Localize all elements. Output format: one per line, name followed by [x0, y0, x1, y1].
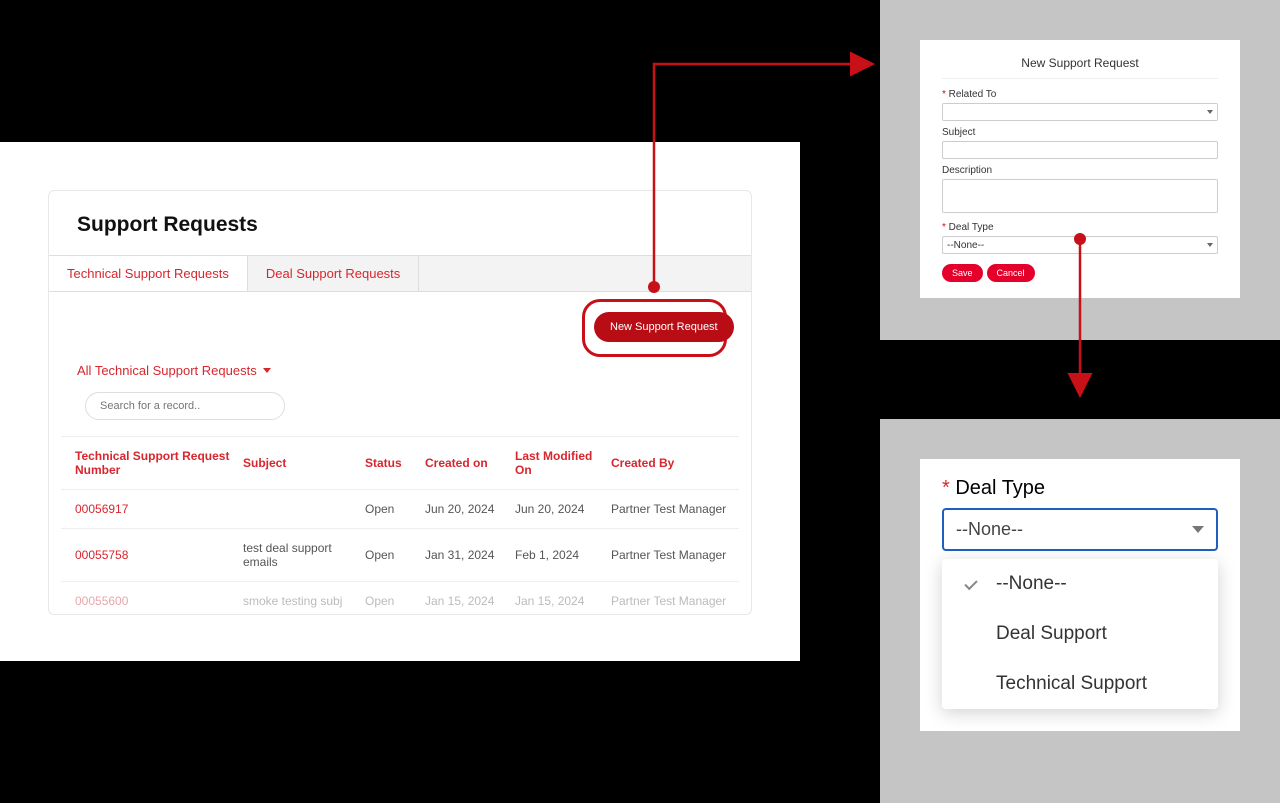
tab-technical-support[interactable]: Technical Support Requests: [49, 256, 248, 291]
filter-dropdown[interactable]: All Technical Support Requests: [77, 363, 271, 378]
deal-type-label: Deal Type: [942, 222, 1218, 233]
request-number[interactable]: 00055758: [75, 548, 243, 562]
caret-down-icon: [1192, 526, 1204, 533]
caret-down-icon: [1207, 110, 1213, 114]
cell-by: Partner Test Manager: [611, 548, 751, 562]
option-deal-support[interactable]: Deal Support: [942, 609, 1218, 659]
caret-down-icon: [263, 368, 271, 373]
option-technical-support[interactable]: Technical Support: [942, 659, 1218, 709]
table-row[interactable]: 00056917 Open Jun 20, 2024 Jun 20, 2024 …: [61, 490, 739, 529]
col-modified: Last Modified On: [515, 449, 611, 477]
new-request-form: New Support Request Related To Subject D…: [920, 40, 1240, 298]
subject-input[interactable]: [942, 141, 1218, 159]
cell-subject: test deal support emails: [243, 541, 365, 569]
related-to-label: Related To: [942, 89, 1218, 100]
description-label: Description: [942, 165, 1218, 176]
cell-created: Jun 20, 2024: [425, 502, 515, 516]
requests-table: Technical Support Request Number Subject…: [61, 436, 739, 615]
deal-type-dropdown-expanded: * Deal Type --None-- --None-- Deal Suppo…: [920, 459, 1240, 731]
required-star-icon: *: [942, 477, 950, 499]
description-textarea[interactable]: [942, 179, 1218, 213]
checkmark-icon: [962, 577, 980, 591]
page-title: Support Requests: [49, 191, 751, 255]
request-number[interactable]: 00056917: [75, 502, 243, 516]
cell-created: Jan 15, 2024: [425, 594, 515, 608]
table-row[interactable]: 00055758 test deal support emails Open J…: [61, 529, 739, 582]
filter-label: All Technical Support Requests: [77, 363, 257, 378]
cancel-button[interactable]: Cancel: [987, 264, 1035, 282]
deal-type-value: --None--: [947, 240, 984, 251]
tabbar: Technical Support Requests Deal Support …: [49, 255, 751, 292]
deal-type-selected: --None--: [956, 519, 1023, 540]
tab-deal-support[interactable]: Deal Support Requests: [248, 256, 419, 291]
cell-modified: Jun 20, 2024: [515, 502, 611, 516]
save-button[interactable]: Save: [942, 264, 983, 282]
table-header: Technical Support Request Number Subject…: [61, 436, 739, 490]
cell-created: Jan 31, 2024: [425, 548, 515, 562]
support-requests-card: Support Requests Technical Support Reque…: [48, 190, 752, 615]
subject-label: Subject: [942, 127, 1218, 138]
deal-type-options-menu: --None-- Deal Support Technical Support: [942, 559, 1218, 709]
form-title: New Support Request: [942, 56, 1218, 79]
new-support-request-button[interactable]: New Support Request: [594, 312, 734, 342]
cell-by: Partner Test Manager: [611, 502, 751, 516]
col-status: Status: [365, 456, 425, 470]
cell-subject: smoke testing subj: [243, 594, 365, 608]
cell-modified: Feb 1, 2024: [515, 548, 611, 562]
col-number: Technical Support Request Number: [75, 449, 243, 477]
deal-type-select[interactable]: --None--: [942, 236, 1218, 254]
cell-by: Partner Test Manager: [611, 594, 751, 608]
col-created: Created on: [425, 456, 515, 470]
deal-type-label-large: * Deal Type: [942, 477, 1218, 500]
request-number[interactable]: 00055600: [75, 594, 243, 608]
table-row[interactable]: 00055600 smoke testing subj Open Jan 15,…: [61, 582, 739, 615]
cell-status: Open: [365, 594, 425, 608]
cell-status: Open: [365, 502, 425, 516]
search-input[interactable]: [85, 392, 285, 420]
related-to-select[interactable]: [942, 103, 1218, 121]
option-none[interactable]: --None--: [942, 559, 1218, 609]
col-subject: Subject: [243, 456, 365, 470]
col-by: Created By: [611, 456, 751, 470]
form-buttons: Save Cancel: [942, 264, 1218, 282]
caret-down-icon: [1207, 243, 1213, 247]
cell-status: Open: [365, 548, 425, 562]
cell-modified: Jan 15, 2024: [515, 594, 611, 608]
deal-type-combobox[interactable]: --None--: [942, 508, 1218, 551]
